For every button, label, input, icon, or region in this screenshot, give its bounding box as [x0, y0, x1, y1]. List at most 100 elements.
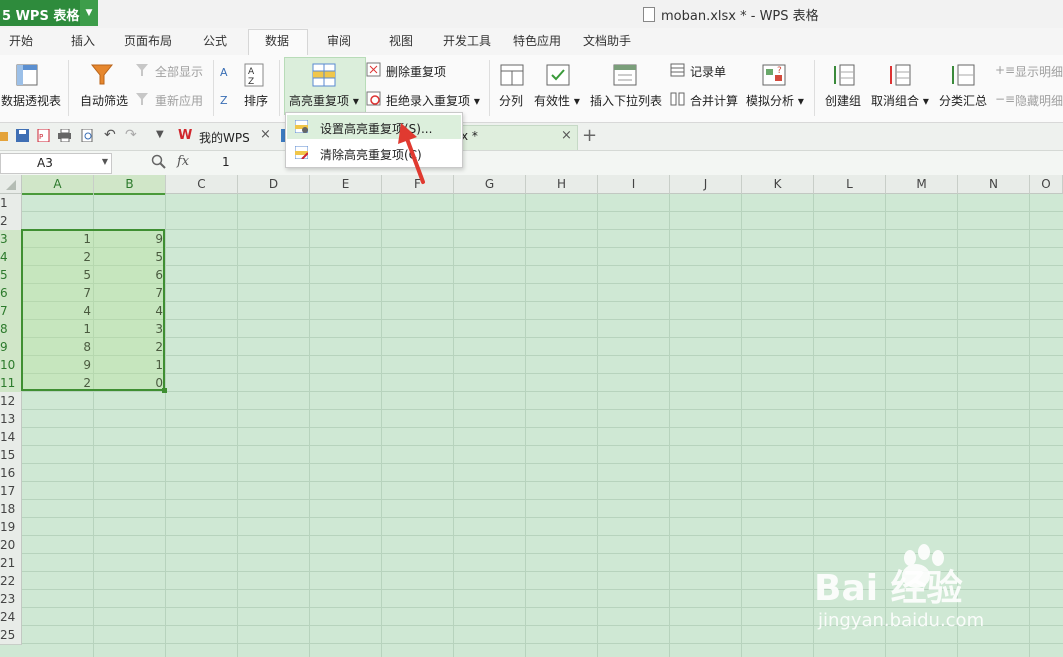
- row-header-22[interactable]: 22: [0, 572, 22, 591]
- split-column-icon[interactable]: [499, 62, 525, 88]
- save-icon[interactable]: [16, 129, 29, 142]
- doc-tab-moban[interactable]: x * ×: [461, 125, 578, 150]
- tab-insert[interactable]: 插入: [71, 32, 95, 49]
- export-pdf-icon[interactable]: P: [37, 129, 50, 142]
- subtotal-label[interactable]: 分类汇总: [939, 92, 987, 109]
- row-header-3[interactable]: 3: [0, 230, 22, 249]
- column-header-M[interactable]: M: [886, 175, 958, 194]
- row-header-7[interactable]: 7: [0, 302, 22, 321]
- row-header-9[interactable]: 9: [0, 338, 22, 357]
- column-header-K[interactable]: K: [742, 175, 814, 194]
- redo-icon[interactable]: ↷: [125, 127, 137, 143]
- highlight-duplicates-label[interactable]: 高亮重复项 ▾: [289, 92, 359, 109]
- insert-dropdown-list-label[interactable]: 插入下拉列表: [590, 92, 662, 109]
- column-header-O[interactable]: O: [1030, 175, 1063, 194]
- delete-duplicates-label[interactable]: 删除重复项: [386, 63, 446, 80]
- name-box[interactable]: A3 ▼: [0, 153, 112, 174]
- column-header-J[interactable]: J: [670, 175, 742, 194]
- sort-label[interactable]: 排序: [244, 92, 268, 109]
- zoom-icon[interactable]: [151, 154, 166, 169]
- validity-icon[interactable]: [545, 62, 571, 88]
- print-preview-icon[interactable]: [81, 129, 94, 142]
- close-icon[interactable]: ×: [561, 128, 572, 143]
- sort-asc-desc-icon[interactable]: AZ: [219, 62, 235, 110]
- show-all-label[interactable]: 全部显示: [155, 63, 203, 80]
- row-header-10[interactable]: 10: [0, 356, 22, 375]
- row-header-2[interactable]: 2: [0, 212, 22, 231]
- autofilter-label[interactable]: 自动筛选: [80, 92, 128, 109]
- split-column-label[interactable]: 分列: [499, 92, 523, 109]
- row-header-16[interactable]: 16: [0, 464, 22, 483]
- subtotal-icon[interactable]: [950, 62, 976, 88]
- customize-qat-icon[interactable]: ▼: [156, 129, 164, 140]
- app-menu-button[interactable]: 5 WPS 表格 ▼: [0, 0, 98, 26]
- row-header-1[interactable]: 1: [0, 194, 22, 213]
- simulate-analysis-label[interactable]: 模拟分析 ▾: [746, 92, 804, 109]
- row-header-15[interactable]: 15: [0, 446, 22, 465]
- record-form-label[interactable]: 记录单: [690, 63, 726, 80]
- column-header-I[interactable]: I: [598, 175, 670, 194]
- new-tab-plus-icon[interactable]: +: [582, 125, 597, 146]
- column-header-D[interactable]: D: [238, 175, 310, 194]
- row-header-4[interactable]: 4: [0, 248, 22, 267]
- tab-review[interactable]: 审阅: [327, 32, 351, 49]
- select-all-corner[interactable]: [0, 175, 22, 194]
- tab-developer[interactable]: 开发工具: [443, 32, 491, 49]
- column-header-N[interactable]: N: [958, 175, 1030, 194]
- row-header-6[interactable]: 6: [0, 284, 22, 303]
- fill-handle[interactable]: [162, 388, 167, 393]
- reapply-label[interactable]: 重新应用: [155, 92, 203, 109]
- column-header-G[interactable]: G: [454, 175, 526, 194]
- create-group-label[interactable]: 创建组: [825, 92, 861, 109]
- row-header-21[interactable]: 21: [0, 554, 22, 573]
- reject-duplicates-label[interactable]: 拒绝录入重复项 ▾: [386, 92, 480, 109]
- merge-calc-label[interactable]: 合并计算: [690, 92, 738, 109]
- ungroup-label[interactable]: 取消组合 ▾: [871, 92, 929, 109]
- pivot-table-label[interactable]: 数据透视表: [1, 92, 61, 109]
- row-header-23[interactable]: 23: [0, 590, 22, 609]
- row-header-25[interactable]: 25: [0, 626, 22, 645]
- close-icon[interactable]: ×: [260, 127, 271, 142]
- tab-view[interactable]: 视图: [389, 32, 413, 49]
- row-header-12[interactable]: 12: [0, 392, 22, 411]
- row-header-5[interactable]: 5: [0, 266, 22, 285]
- column-header-E[interactable]: E: [310, 175, 382, 194]
- hide-detail-label[interactable]: 隐藏明细: [1015, 92, 1063, 109]
- print-icon[interactable]: [58, 129, 71, 142]
- row-header-11[interactable]: 11: [0, 374, 22, 393]
- tab-data[interactable]: 数据: [265, 32, 289, 49]
- validity-label[interactable]: 有效性 ▾: [534, 92, 580, 109]
- filter-icon[interactable]: [89, 62, 115, 88]
- tab-page-layout[interactable]: 页面布局: [124, 32, 172, 49]
- row-header-18[interactable]: 18: [0, 500, 22, 519]
- tab-special[interactable]: 特色应用: [513, 32, 561, 49]
- app-menu-dropdown-icon[interactable]: ▼: [80, 0, 98, 26]
- fx-icon[interactable]: fx: [177, 154, 189, 169]
- tab-doc-assistant[interactable]: 文档助手: [583, 32, 631, 49]
- doc-tab-mywps[interactable]: W 我的WPS ×: [174, 124, 278, 149]
- chevron-down-icon[interactable]: ▼: [102, 157, 108, 166]
- row-header-17[interactable]: 17: [0, 482, 22, 501]
- row-header-20[interactable]: 20: [0, 536, 22, 555]
- row-header-13[interactable]: 13: [0, 410, 22, 429]
- row-header-24[interactable]: 24: [0, 608, 22, 627]
- ungroup-icon[interactable]: [886, 62, 912, 88]
- tab-formula[interactable]: 公式: [203, 32, 227, 49]
- sort-icon[interactable]: AZ: [243, 62, 267, 88]
- simulate-analysis-icon[interactable]: ?: [761, 62, 787, 88]
- tab-home[interactable]: 开始: [9, 32, 33, 49]
- create-group-icon[interactable]: [830, 62, 856, 88]
- column-header-C[interactable]: C: [166, 175, 238, 194]
- show-detail-label[interactable]: 显示明细: [1015, 63, 1063, 80]
- column-header-B[interactable]: B: [94, 175, 166, 195]
- insert-dropdown-list-icon[interactable]: [612, 62, 638, 88]
- row-header-14[interactable]: 14: [0, 428, 22, 447]
- undo-icon[interactable]: ↶: [104, 127, 116, 143]
- column-header-A[interactable]: A: [22, 175, 94, 195]
- formula-input[interactable]: 1: [222, 155, 230, 169]
- row-header-19[interactable]: 19: [0, 518, 22, 537]
- column-header-L[interactable]: L: [814, 175, 886, 194]
- row-header-8[interactable]: 8: [0, 320, 22, 339]
- highlight-duplicates-icon[interactable]: [311, 62, 337, 88]
- column-header-H[interactable]: H: [526, 175, 598, 194]
